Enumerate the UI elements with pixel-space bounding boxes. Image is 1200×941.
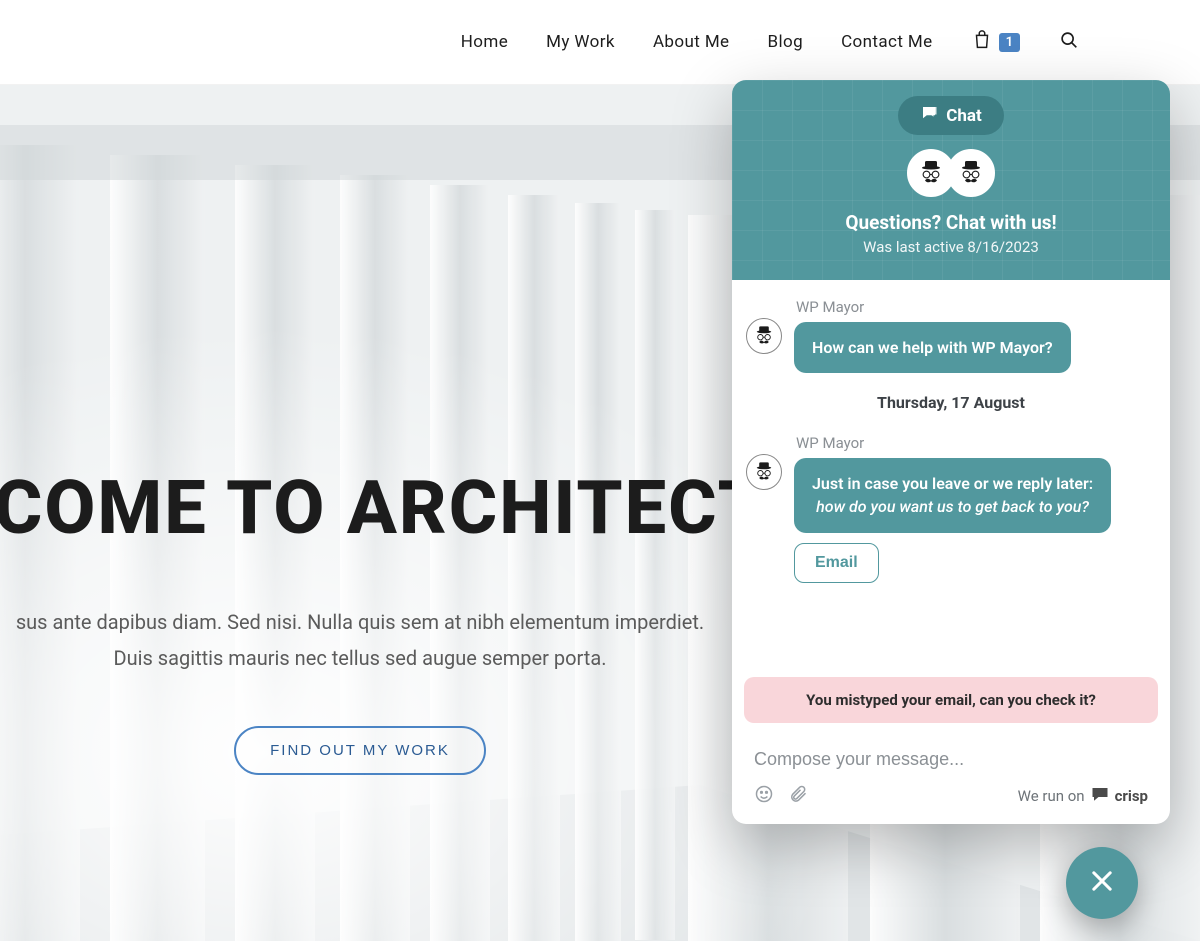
- mustache-hat-icon: [752, 324, 776, 348]
- message-sender: WP Mayor: [796, 298, 864, 316]
- message-bubble: How can we help with WP Mayor?: [794, 322, 1071, 373]
- search-icon: [1058, 29, 1080, 55]
- chat-bubble-icon: [920, 104, 938, 127]
- chat-error-banner: You mistyped your email, can you check i…: [744, 677, 1158, 723]
- message-avatar: [746, 454, 782, 490]
- chat-header: Chat Questions? Chat with us! Was last a…: [732, 80, 1170, 280]
- date-divider: Thursday, 17 August: [746, 393, 1156, 412]
- nav-list: Home My Work About Me Blog Contact Me 1: [461, 29, 1080, 55]
- powered-by[interactable]: We run on crisp: [1018, 786, 1148, 806]
- message-line2: how do you want us to get back to you?: [812, 495, 1093, 518]
- message-line1: Just in case you leave or we reply later…: [812, 474, 1093, 493]
- email-option-button[interactable]: Email: [794, 543, 879, 583]
- chat-widget: Chat Questions? Chat with us! Was last a…: [732, 80, 1170, 824]
- chat-tab-badge[interactable]: Chat: [898, 96, 1004, 135]
- chat-messages[interactable]: WP Mayor How can we help with WP Mayor? …: [732, 280, 1170, 669]
- chat-tab-label: Chat: [946, 106, 982, 126]
- search-button[interactable]: [1058, 29, 1080, 55]
- nav-item-my-work[interactable]: My Work: [546, 32, 615, 52]
- agent-avatar: [947, 149, 995, 197]
- message-avatar: [746, 318, 782, 354]
- crisp-logo-icon: [1091, 786, 1109, 806]
- nav-item-home[interactable]: Home: [461, 32, 508, 52]
- powered-by-text: We run on: [1018, 787, 1085, 805]
- hero-subtitle-line1: sus ante dapibus diam. Sed nisi. Nulla q…: [16, 604, 704, 640]
- emoji-button[interactable]: [754, 784, 774, 808]
- powered-by-brand: crisp: [1115, 787, 1148, 805]
- nav-item-blog[interactable]: Blog: [767, 32, 803, 52]
- chat-compose: [732, 731, 1170, 774]
- chat-footer: We run on crisp: [732, 774, 1170, 824]
- cart-button[interactable]: 1: [971, 29, 1020, 55]
- shopping-bag-icon: [971, 29, 993, 55]
- agent-avatars: [746, 149, 1156, 197]
- hero-subtitle-line2: Duis sagittis mauris nec tellus sed augu…: [16, 640, 704, 676]
- chat-header-title: Questions? Chat with us!: [746, 211, 1156, 234]
- close-icon: [1088, 867, 1116, 899]
- nav-item-contact-me[interactable]: Contact Me: [841, 32, 933, 52]
- chat-close-fab[interactable]: [1066, 847, 1138, 919]
- chat-compose-input[interactable]: [754, 749, 1148, 770]
- top-nav: Home My Work About Me Blog Contact Me 1: [0, 0, 1200, 85]
- find-out-my-work-button[interactable]: FIND OUT MY WORK: [234, 726, 486, 775]
- message-sender: WP Mayor: [796, 434, 864, 452]
- mustache-hat-icon: [752, 460, 776, 484]
- chat-message-row: WP Mayor How can we help with WP Mayor?: [746, 298, 1156, 373]
- paperclip-icon: [788, 789, 808, 808]
- chat-message-row: WP Mayor Just in case you leave or we re…: [746, 434, 1156, 582]
- message-bubble: Just in case you leave or we reply later…: [794, 458, 1111, 532]
- chat-header-status: Was last active 8/16/2023: [746, 238, 1156, 256]
- nav-item-about-me[interactable]: About Me: [653, 32, 730, 52]
- hero-title: LCOME TO ARCHITECT: [0, 465, 766, 552]
- hero-subtitle: sus ante dapibus diam. Sed nisi. Nulla q…: [16, 604, 704, 676]
- mustache-hat-icon: [916, 158, 946, 188]
- attach-button[interactable]: [788, 784, 808, 808]
- cart-count-badge: 1: [999, 33, 1020, 52]
- emoji-icon: [754, 789, 774, 808]
- mustache-hat-icon: [956, 158, 986, 188]
